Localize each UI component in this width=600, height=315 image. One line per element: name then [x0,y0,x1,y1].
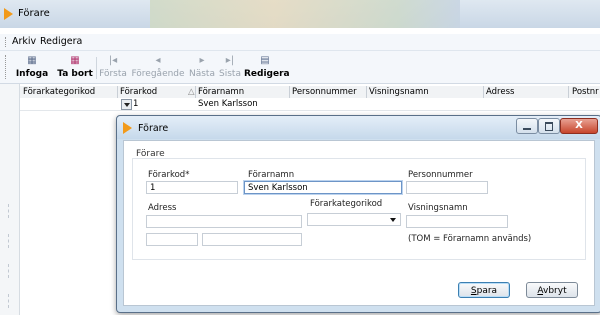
table-row[interactable]: 1 Sven Karlsson [20,98,600,111]
column-divider [195,86,196,98]
column-divider [366,86,367,98]
delete-icon: ▦ [70,55,80,66]
cell-forarnamn[interactable]: Sven Karlsson [198,99,258,109]
column-visningsnamn[interactable]: Visningsnamn [369,87,429,97]
insert-label: Infoga [15,69,49,79]
adress-field[interactable] [146,215,302,228]
menu-arkiv[interactable]: Arkiv [12,36,36,47]
personnummer-label: Personnummer [408,170,473,180]
forarkategorikod-label: Förarkategorikod [310,199,383,209]
app-icon [4,8,13,20]
first-icon: |◂ [108,55,118,66]
previous-icon: ◂ [155,55,161,66]
column-divider [568,86,569,98]
sort-arrow-icon: △ [188,87,195,97]
forarkod-label: Förarkod* [148,170,190,180]
group-box [132,158,586,260]
strip-marker [8,204,10,218]
driver-dialog: Förare X Förare Förarkod* 1 Förarnamn Sv… [116,115,600,313]
menu-bar: Arkiv Redigera [0,34,600,51]
strip-marker [8,234,10,248]
adress-label: Adress [148,203,177,213]
personnummer-field[interactable] [406,181,488,194]
edit-label: Redigera [244,69,290,79]
previous-label: Föregående [131,69,185,79]
menu-redigera[interactable]: Redigera [40,36,82,47]
column-forarnamn[interactable]: Förarnamn [198,87,244,97]
cell-forarkod[interactable]: 1 [133,99,138,109]
next-icon: ▸ [199,55,205,66]
delete-label: Ta bort [57,69,93,79]
dialog-body: Förare Förarkod* 1 Förarnamn Sven Karlss… [123,140,595,306]
save-label: para [476,286,498,296]
forarnamn-label: Förarnamn [248,170,295,180]
column-forarkod[interactable]: Förarkod [120,87,157,97]
strip-marker [8,294,10,308]
column-forarkategorikod[interactable]: Förarkategorikod [23,87,95,97]
last-icon: ▸| [225,55,235,66]
row-dropdown-icon[interactable] [121,99,132,110]
column-divider [483,86,484,98]
first-label: Första [99,69,127,79]
postnr-field[interactable] [146,233,198,246]
column-postnr[interactable]: Postnr [572,87,599,97]
window-title: Förare [18,8,50,19]
strip-marker [8,264,10,278]
delete-button[interactable]: ▦ Ta bort [54,53,96,81]
toolbar-grip[interactable] [5,55,8,79]
previous-button[interactable]: ◂ Föregående [130,53,186,81]
last-button[interactable]: ▸| Sista [218,53,242,81]
close-icon: X [575,120,583,131]
column-divider [289,86,290,98]
insert-icon: ▦ [27,55,37,66]
last-label: Sista [219,69,241,79]
insert-button[interactable]: ▦ Infoga [10,53,54,81]
forarkategorikod-select[interactable] [307,213,401,226]
title-bar-background [150,0,460,28]
dialog-title: Förare [138,123,169,134]
forarnamn-field[interactable]: Sven Karlsson [244,181,402,194]
close-button[interactable]: X [560,118,598,134]
visningsnamn-label: Visningsnamn [408,203,468,213]
edit-icon: ▤ [260,55,270,66]
forarkod-field[interactable]: 1 [146,181,238,194]
menu-grip[interactable] [5,37,8,47]
first-button[interactable]: |◂ Första [98,53,128,81]
edit-button[interactable]: ▤ Redigera [244,53,290,81]
cancel-label: vbryt [543,286,567,296]
visningsnamn-hint: (TOM = Förarnamn används) [408,234,532,244]
column-divider [117,86,118,98]
cancel-button[interactable]: Avbryt [526,282,578,298]
row-header-strip [0,84,20,315]
toolbar-separator [96,57,97,79]
dialog-icon [123,122,132,134]
column-personnummer[interactable]: Personnummer [292,87,357,97]
save-button[interactable]: Spara [458,282,510,298]
visningsnamn-field[interactable] [406,215,508,228]
column-adress[interactable]: Adress [486,87,514,97]
dialog-title-bar: Förare X [117,116,600,139]
toolbar: ▦ Infoga ▦ Ta bort |◂ Första ◂ Föregåend… [0,51,600,84]
next-label: Nästa [189,69,215,79]
next-button[interactable]: ▸ Nästa [188,53,216,81]
minimize-button[interactable] [516,118,538,134]
postort-field[interactable] [202,233,302,246]
title-bar: Förare [0,0,600,28]
maximize-button[interactable] [538,118,560,134]
